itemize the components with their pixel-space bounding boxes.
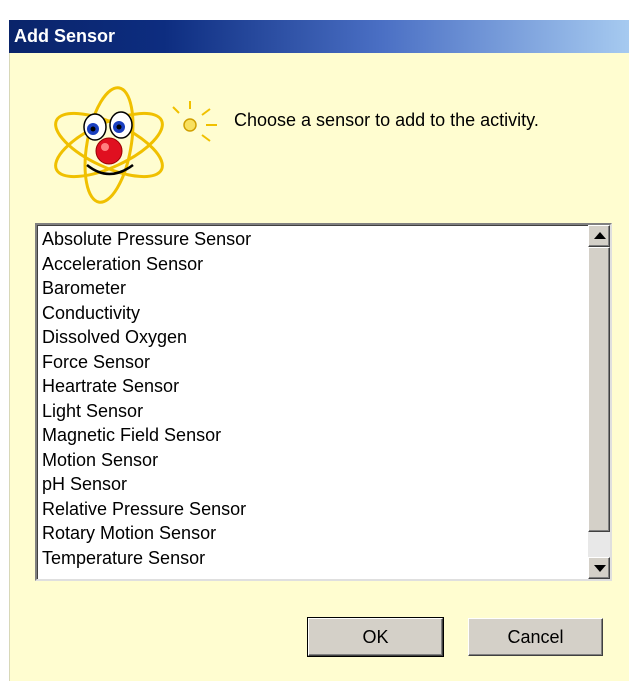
instruction-text: Choose a sensor to add to the activity. bbox=[234, 110, 539, 130]
list-item[interactable]: pH Sensor bbox=[42, 472, 584, 497]
list-item[interactable]: Relative Pressure Sensor bbox=[42, 497, 584, 522]
list-item[interactable]: Barometer bbox=[42, 276, 584, 301]
list-item[interactable]: Motion Sensor bbox=[42, 448, 584, 473]
scroll-down-button[interactable] bbox=[588, 557, 610, 579]
list-item[interactable]: Magnetic Field Sensor bbox=[42, 423, 584, 448]
list-item[interactable]: Temperature Sensor bbox=[42, 546, 584, 571]
scroll-down-arrow-icon bbox=[594, 565, 606, 572]
window-title: Add Sensor bbox=[14, 26, 116, 46]
scroll-up-arrow-icon bbox=[594, 232, 606, 239]
cancel-button[interactable]: Cancel bbox=[468, 618, 603, 656]
sensor-listbox[interactable]: Absolute Pressure Sensor Acceleration Se… bbox=[35, 223, 612, 581]
vertical-scrollbar[interactable] bbox=[588, 225, 610, 579]
scroll-up-button[interactable] bbox=[588, 225, 610, 247]
atom-mascot-icon bbox=[54, 86, 217, 204]
title-bar[interactable]: Add Sensor bbox=[9, 20, 629, 53]
add-sensor-dialog: Add Sensor Choose a sensor to add to the… bbox=[0, 0, 629, 681]
list-item[interactable]: Heartrate Sensor bbox=[42, 374, 584, 399]
list-item[interactable]: Absolute Pressure Sensor bbox=[42, 227, 584, 252]
list-item[interactable]: Acceleration Sensor bbox=[42, 252, 584, 277]
ok-button[interactable]: OK bbox=[307, 617, 444, 657]
dialog-client-area: Choose a sensor to add to the activity. … bbox=[9, 53, 629, 681]
scrollbar-thumb[interactable] bbox=[588, 247, 610, 532]
list-item[interactable]: Rotary Motion Sensor bbox=[42, 521, 584, 546]
sensor-list: Absolute Pressure Sensor Acceleration Se… bbox=[42, 227, 584, 570]
list-item[interactable]: Dissolved Oxygen bbox=[42, 325, 584, 350]
list-item[interactable]: Light Sensor bbox=[42, 399, 584, 424]
list-item[interactable]: Force Sensor bbox=[42, 350, 584, 375]
list-item[interactable]: Conductivity bbox=[42, 301, 584, 326]
